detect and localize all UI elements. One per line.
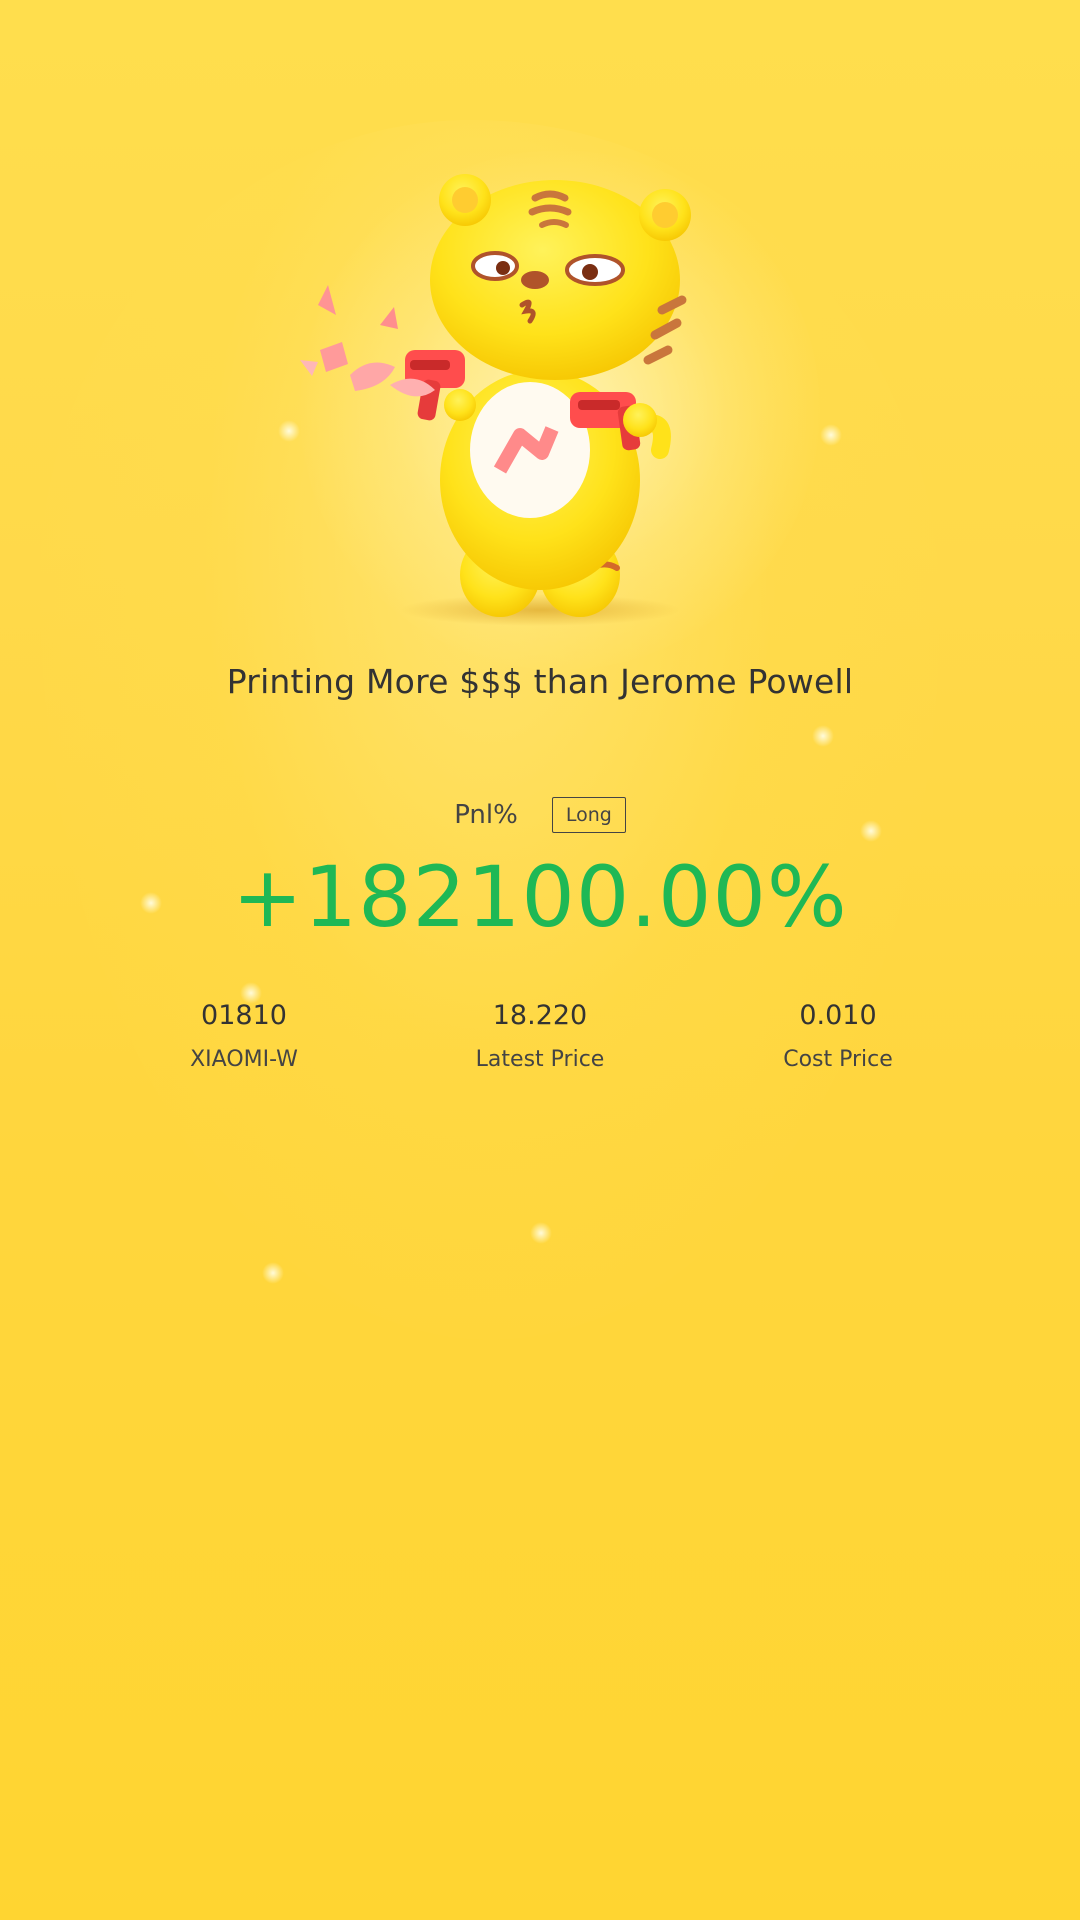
page-title: Printing More $$$ than Jerome Powell	[226, 662, 854, 701]
sparkle-decoration	[820, 424, 842, 446]
stats-row: 01810 XIAOMI-W 18.220 Latest Price 0.010…	[0, 1000, 1080, 1090]
pnl-label: Pnl%	[454, 800, 518, 830]
latest-price-label: Latest Price	[475, 1047, 605, 1072]
stock-code-value: 01810	[201, 1000, 287, 1031]
sparkle-decoration	[262, 1262, 284, 1284]
position-type-badge: Long	[551, 797, 626, 833]
latest-price-value: 18.220	[492, 1000, 588, 1031]
sparkle-decoration	[812, 725, 834, 747]
latest-price-stat: 18.220 Latest Price	[420, 1000, 660, 1072]
pnl-header-row: Pnl% Long	[0, 797, 1080, 833]
cost-price-stat: 0.010 Cost Price	[718, 1000, 958, 1072]
pnl-percentage-value: +182100.00%	[232, 848, 848, 946]
stock-name-label: XIAOMI-W	[190, 1047, 298, 1072]
cost-price-label: Cost Price	[783, 1047, 893, 1072]
sparkle-decoration	[530, 1222, 552, 1244]
tiger-mascot-money-gun-icon	[300, 174, 691, 626]
cost-price-value: 0.010	[799, 1000, 877, 1031]
stock-code-stat: 01810 XIAOMI-W	[124, 1000, 364, 1072]
